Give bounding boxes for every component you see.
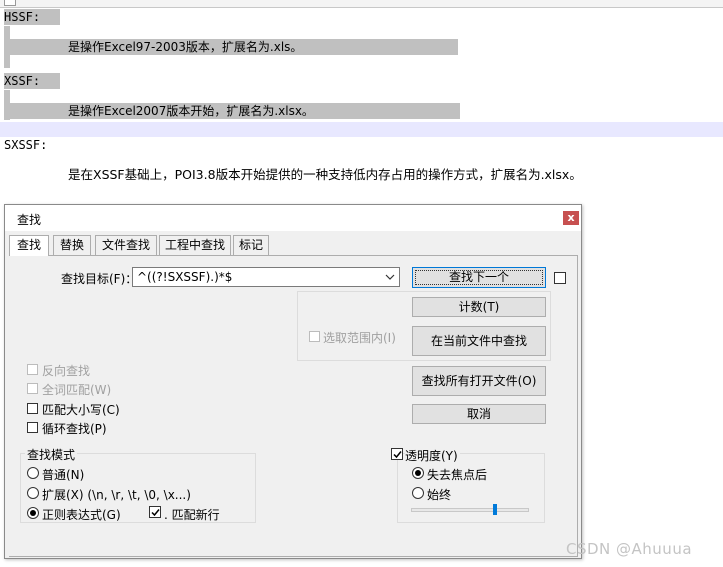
transparency-label: 透明度(Y) (405, 447, 460, 464)
dialog-title: 查找 (17, 213, 42, 227)
tab-find-in-project[interactable]: 工程中查找 (159, 235, 231, 255)
wrap-around-checkbox[interactable] (27, 422, 38, 433)
editor-line-4: 是操作Excel2007版本开始，扩展名为.xlsx。 (4, 103, 460, 119)
on-lose-focus-radio[interactable] (412, 467, 424, 479)
find-target-label: 查找目标(F)： (61, 272, 138, 286)
on-lose-focus-label: 失去焦点后 (427, 468, 488, 482)
check-icon (151, 509, 160, 517)
editor-line-2: 是操作Excel97-2003版本，扩展名为.xls。 (4, 39, 458, 55)
tab-find-in-files[interactable]: 文件查找 (95, 235, 157, 255)
count-button[interactable]: 计数(T) (412, 297, 546, 317)
mode-normal-radio[interactable] (27, 467, 39, 479)
toolbar-strip (0, 0, 723, 8)
mode-regex-label: 正则表达式(G) (42, 508, 121, 522)
find-next-button[interactable]: 查找下一个 (412, 267, 546, 288)
editor-line-1: HSSF: (4, 9, 60, 25)
find-target-combo[interactable]: ^((?!SXSSF).)*$ (132, 267, 400, 287)
find-dialog: 查找 x 查找 替换 文件查找 工程中查找 标记 查找目标(F)： ^((?!S… (4, 204, 582, 559)
transparency-slider-track[interactable] (411, 508, 529, 512)
radio-selected-dot (30, 510, 36, 516)
editor-line-6: 是在XSSF基础上，POI3.8版本开始提供的一种支持低内存占用的操作方式，扩展… (68, 167, 582, 182)
search-mode-title: 查找模式 (25, 446, 78, 463)
wrap-around-label: 循环查找(P) (42, 422, 107, 436)
match-case-label: 匹配大小写(C) (42, 403, 120, 417)
always-label: 始终 (427, 488, 452, 502)
transparency-checkbox[interactable] (391, 448, 403, 460)
tab-find[interactable]: 查找 (9, 235, 49, 256)
mode-extended-label: 扩展(X) (\n, \r, \t, \0, \x...) (42, 488, 191, 502)
current-line-highlight (0, 122, 723, 137)
tab-corner (4, 0, 16, 6)
find-all-open-files-button[interactable]: 查找所有打开文件(O) (412, 366, 546, 396)
in-selection-label: 选取范围内(I) (323, 331, 396, 345)
reverse-label: 反向查找 (42, 364, 91, 378)
check-icon (393, 451, 402, 459)
extra-checkbox[interactable] (554, 272, 566, 284)
tab-mark[interactable]: 标记 (233, 235, 269, 255)
dialog-titlebar[interactable]: 查找 x (5, 205, 581, 231)
transparency-slider-thumb[interactable] (493, 504, 497, 515)
find-in-current-file-button[interactable]: 在当前文件中查找 (412, 326, 546, 356)
mode-regex-radio[interactable] (27, 507, 39, 519)
watermark: CSDN @Ahuuua (566, 540, 693, 558)
dot-newline-label: . 匹配新行 (164, 508, 220, 522)
reverse-checkbox[interactable] (27, 364, 38, 375)
find-target-value: ^((?!SXSSF).)*$ (137, 270, 233, 284)
radio-selected-dot (415, 470, 421, 476)
in-selection-checkbox[interactable] (309, 331, 320, 342)
whole-word-label: 全词匹配(W) (42, 383, 112, 397)
dot-newline-checkbox[interactable] (149, 506, 161, 518)
editor-line-5: SXSSF: (4, 138, 48, 152)
tab-replace[interactable]: 替换 (53, 235, 91, 255)
close-button[interactable]: x (563, 211, 579, 225)
chevron-down-icon[interactable] (384, 271, 396, 283)
always-radio[interactable] (412, 487, 424, 499)
whole-word-checkbox[interactable] (27, 383, 38, 394)
mode-extended-radio[interactable] (27, 487, 39, 499)
match-case-checkbox[interactable] (27, 403, 38, 414)
mode-normal-label: 普通(N) (42, 468, 85, 482)
cancel-button[interactable]: 取消 (412, 404, 546, 424)
editor-line-3: XSSF: (4, 73, 60, 89)
